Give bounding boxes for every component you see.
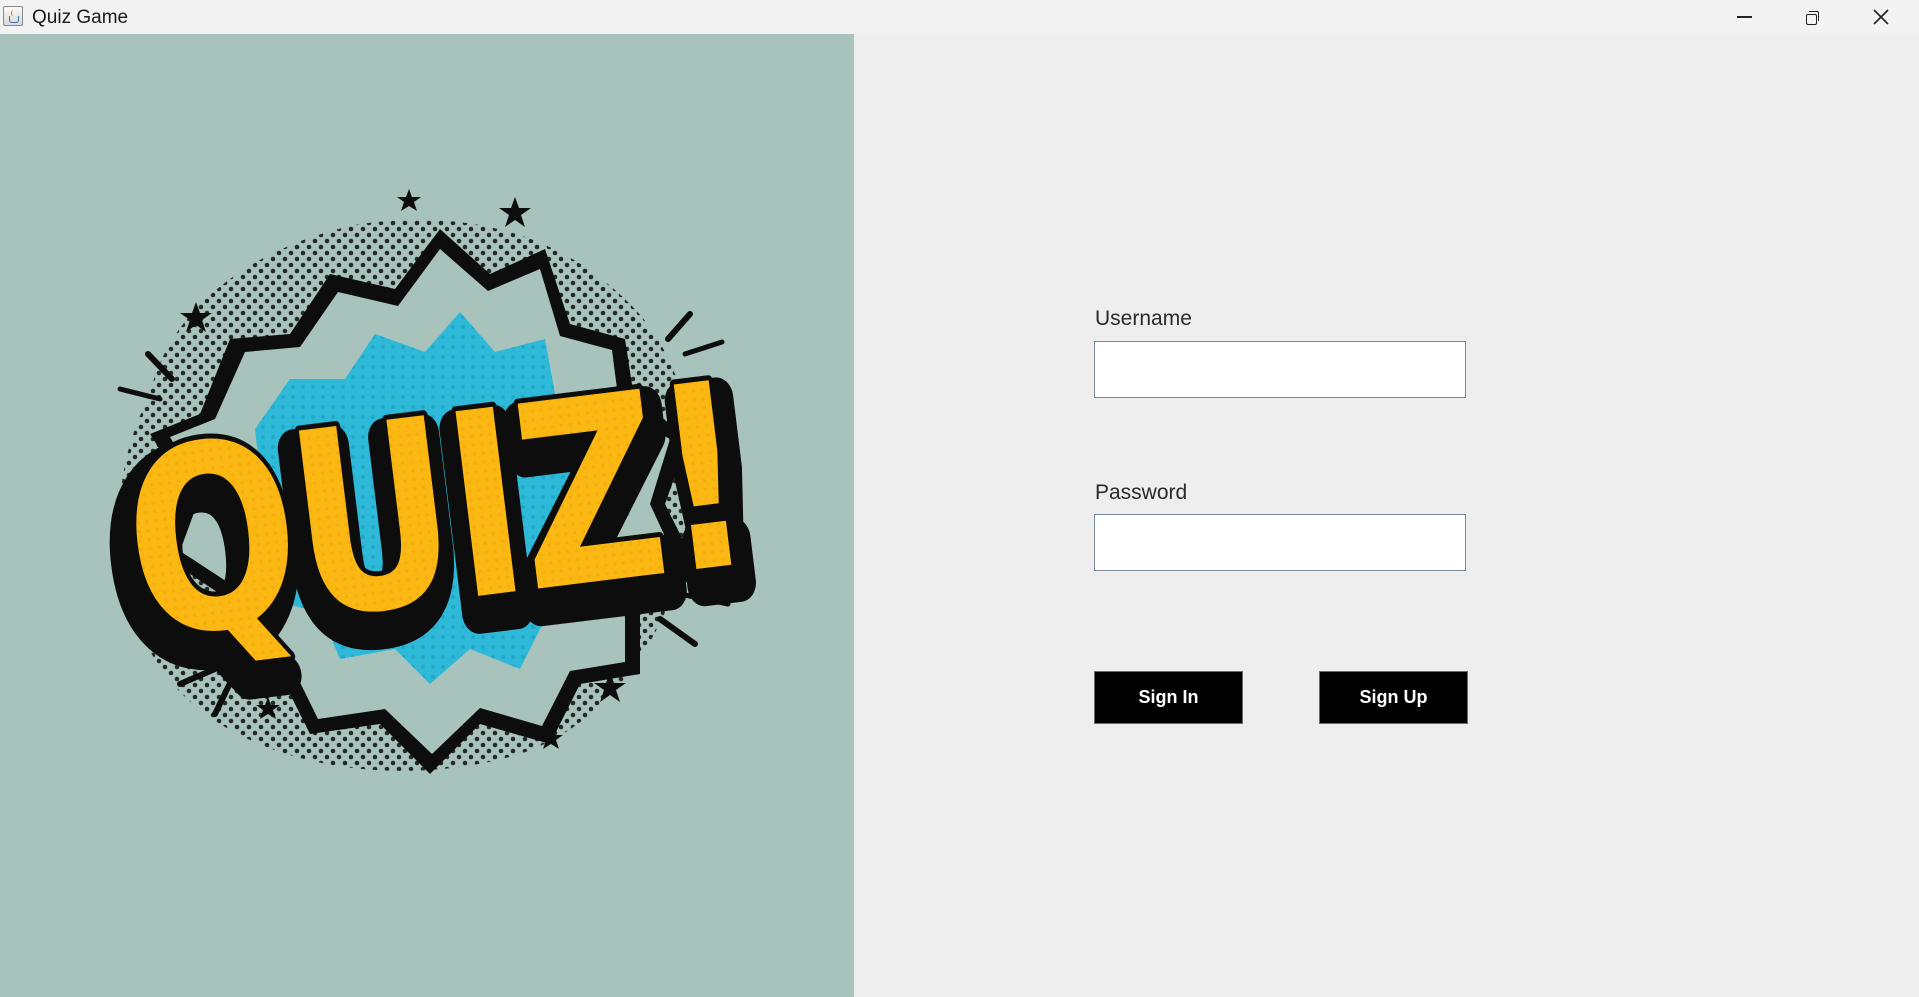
restore-icon <box>1805 10 1819 25</box>
username-label: Username <box>1095 307 1192 330</box>
window-title: Quiz Game <box>32 7 129 28</box>
close-button[interactable] <box>1847 0 1915 34</box>
logo-panel: QUIZ! QUIZ! QUIZ! QUIZ! <box>0 34 854 997</box>
title-bar: Quiz Game <box>0 0 1919 34</box>
quiz-logo-image: QUIZ! QUIZ! QUIZ! QUIZ! <box>80 189 791 774</box>
close-icon <box>1873 9 1889 25</box>
username-field[interactable] <box>1094 341 1466 398</box>
sign-in-button[interactable]: Sign In <box>1094 671 1243 724</box>
login-panel: Username Password Sign In Sign Up <box>854 34 1919 997</box>
restore-button[interactable] <box>1778 0 1846 34</box>
java-app-icon <box>3 6 23 26</box>
minimize-button[interactable] <box>1710 0 1778 34</box>
sign-up-button[interactable]: Sign Up <box>1319 671 1468 724</box>
minimize-icon <box>1736 16 1752 18</box>
password-field[interactable] <box>1094 514 1466 571</box>
password-label: Password <box>1095 481 1188 504</box>
